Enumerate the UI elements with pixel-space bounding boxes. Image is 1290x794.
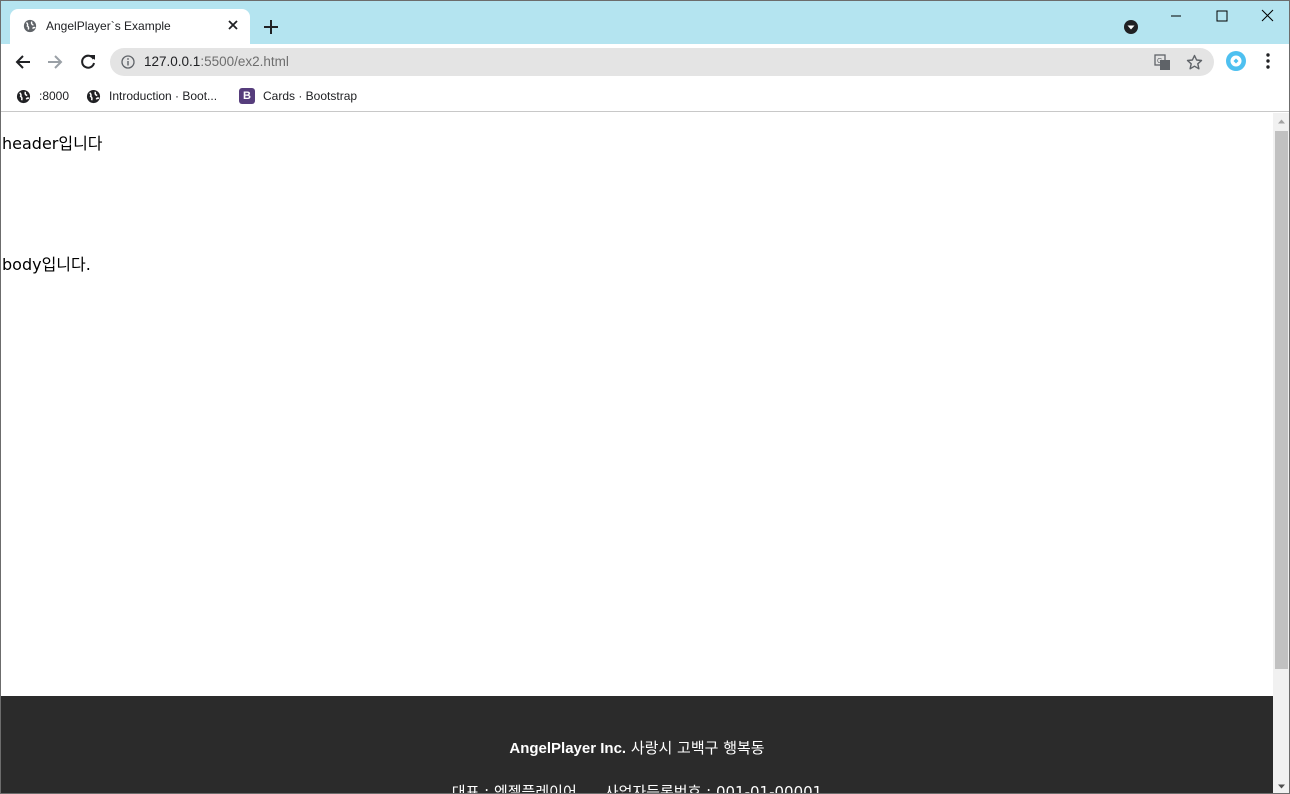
kebab-menu-icon[interactable] bbox=[1260, 52, 1276, 70]
page-viewport: header입니다 body입니다. AngelPlayer Inc. 사랑시 … bbox=[1, 113, 1273, 794]
translate-icon[interactable]: G bbox=[1154, 54, 1171, 71]
extension-icon[interactable] bbox=[1225, 50, 1247, 72]
footer-representative: 대표 : 엔젤플레이어 bbox=[451, 783, 577, 794]
scrollbar-thumb[interactable] bbox=[1275, 131, 1288, 669]
bookmark-label: Cards · Bootstrap bbox=[263, 89, 358, 103]
scroll-up-icon[interactable] bbox=[1273, 113, 1290, 130]
tab-title: AngelPlayer`s Example bbox=[46, 19, 171, 33]
bookmark-item[interactable]: :8000 bbox=[16, 86, 69, 106]
new-tab-icon[interactable] bbox=[262, 18, 280, 36]
bookmark-item[interactable]: B Cards · Bootstrap bbox=[239, 86, 357, 106]
page-footer: AngelPlayer Inc. 사랑시 고백구 행복동 대표 : 엔젤플레이어… bbox=[1, 696, 1273, 794]
minimize-icon[interactable] bbox=[1153, 1, 1199, 31]
footer-company: AngelPlayer Inc. bbox=[509, 740, 627, 757]
page-body-text: body입니다. bbox=[2, 255, 91, 274]
bookmark-label: Introduction · Boot... bbox=[109, 89, 218, 103]
scroll-down-icon[interactable] bbox=[1273, 778, 1290, 794]
reload-icon[interactable] bbox=[78, 52, 98, 72]
bookmark-star-icon[interactable] bbox=[1186, 54, 1203, 71]
bookmark-label: :8000 bbox=[39, 89, 70, 103]
back-arrow-icon[interactable] bbox=[13, 52, 33, 72]
globe-icon bbox=[16, 89, 31, 103]
footer-info-line: 대표 : 엔젤플레이어 사업자등록번호 : 001-01-00001 bbox=[1, 781, 1273, 794]
url-host: 127.0.0.1 bbox=[144, 54, 201, 69]
url-text[interactable]: 127.0.0.1:5500/ex2.html bbox=[144, 54, 289, 69]
forward-arrow-icon[interactable] bbox=[45, 52, 65, 72]
footer-registration: 사업자등록번호 : 001-01-00001 bbox=[604, 783, 823, 794]
tab-active[interactable]: AngelPlayer`s Example bbox=[10, 9, 250, 44]
globe-icon bbox=[86, 89, 101, 103]
window-close-icon[interactable] bbox=[1245, 1, 1290, 31]
vertical-scrollbar[interactable] bbox=[1273, 113, 1290, 794]
svg-text:G: G bbox=[1157, 58, 1162, 65]
tab-search-icon[interactable] bbox=[1123, 19, 1139, 35]
browser-window: AngelPlayer`s Example 127.0.0.1:5500/ex2… bbox=[0, 0, 1290, 794]
url-path: :5500/ex2.html bbox=[200, 54, 289, 69]
maximize-icon[interactable] bbox=[1199, 1, 1245, 31]
footer-address-line: AngelPlayer Inc. 사랑시 고백구 행복동 bbox=[1, 737, 1273, 758]
tab-strip: AngelPlayer`s Example bbox=[1, 1, 1290, 44]
bookmarks-bar: :8000 Introduction · Boot... B Cards · B… bbox=[1, 80, 1289, 112]
footer-address: 사랑시 고백구 행복동 bbox=[630, 739, 765, 757]
close-tab-icon[interactable] bbox=[225, 17, 241, 33]
browser-toolbar: 127.0.0.1:5500/ex2.html G bbox=[1, 44, 1289, 80]
bookmark-item[interactable]: Introduction · Boot... bbox=[86, 86, 217, 106]
info-icon[interactable] bbox=[121, 55, 135, 69]
globe-icon bbox=[23, 19, 37, 33]
address-bar[interactable]: 127.0.0.1:5500/ex2.html G bbox=[110, 48, 1214, 76]
page-header-text: header입니다 bbox=[2, 134, 103, 153]
bootstrap-icon: B bbox=[239, 88, 255, 104]
